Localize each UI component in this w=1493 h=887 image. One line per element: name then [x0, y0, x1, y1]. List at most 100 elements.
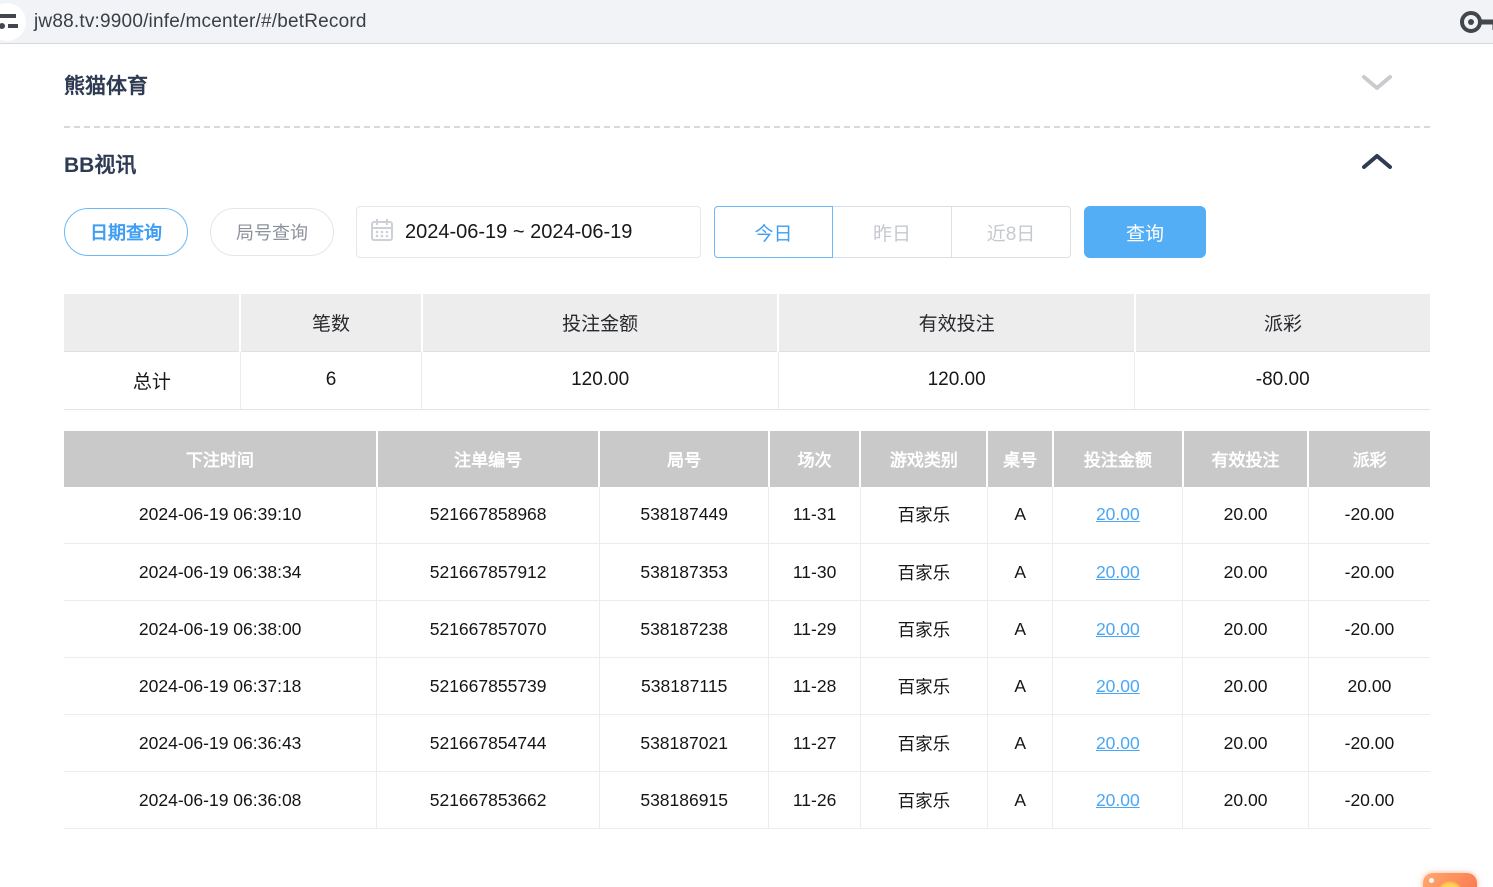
summary-count: 6: [240, 351, 422, 409]
bet-time: 2024-06-19 06:37:18: [64, 658, 377, 715]
bet-time: 2024-06-19 06:38:34: [64, 544, 377, 601]
round-id: 538187021: [599, 715, 768, 772]
quick-range-yesterday[interactable]: 昨日: [833, 206, 952, 258]
valid-bet: 20.00: [1183, 772, 1309, 829]
chevron-down-icon[interactable]: [1362, 75, 1392, 96]
col-header-table-no: 桌号: [987, 431, 1053, 487]
summary-total-row: 总计 6 120.00 120.00 -80.00: [64, 351, 1430, 409]
summary-header-valid-bet: 有效投注: [778, 294, 1135, 351]
bet-time: 2024-06-19 06:36:08: [64, 772, 377, 829]
payout-value: -20.00: [1308, 715, 1430, 772]
site-favicon-icon: [0, 3, 26, 41]
col-header-round-id: 局号: [599, 431, 768, 487]
payout-value: -20.00: [1308, 601, 1430, 658]
session: 11-30: [769, 544, 861, 601]
round-id: 538187115: [599, 658, 768, 715]
bet-amount-link[interactable]: 20.00: [1096, 676, 1140, 696]
bet-id: 521667855739: [377, 658, 600, 715]
payout-value: 20.00: [1308, 658, 1430, 715]
key-icon[interactable]: [1457, 8, 1493, 41]
summary-header-bet-amount: 投注金额: [422, 294, 779, 351]
valid-bet: 20.00: [1183, 658, 1309, 715]
payout-value: -20.00: [1308, 772, 1430, 829]
bet-id: 521667857912: [377, 544, 600, 601]
section-bb-video[interactable]: BB视讯: [64, 128, 1430, 172]
bet-id: 521667857070: [377, 601, 600, 658]
bet-record-page: 熊猫体育 BB视讯 日期查询 局号查询: [0, 44, 1493, 829]
section-panda-sports[interactable]: 熊猫体育: [64, 44, 1430, 128]
bet-time: 2024-06-19 06:39:10: [64, 487, 377, 544]
bet-amount-link[interactable]: 20.00: [1096, 619, 1140, 639]
floating-service-widget[interactable]: [1423, 873, 1477, 887]
bet-time: 2024-06-19 06:36:43: [64, 715, 377, 772]
quick-range-today[interactable]: 今日: [714, 206, 833, 258]
summary-header-blank: [64, 294, 240, 351]
bet-id: 521667853662: [377, 772, 600, 829]
game-type: 百家乐: [860, 544, 987, 601]
section-title-bb: BB视讯: [64, 149, 136, 179]
search-button[interactable]: 查询: [1084, 206, 1206, 258]
col-header-valid-bet: 有效投注: [1183, 431, 1309, 487]
url-text[interactable]: jw88.tv:9900/infe/mcenter/#/betRecord: [34, 11, 367, 33]
round-id: 538186915: [599, 772, 768, 829]
bet-amount-link[interactable]: 20.00: [1096, 562, 1140, 582]
summary-header-payout: 派彩: [1135, 294, 1430, 351]
game-type: 百家乐: [860, 772, 987, 829]
payout-value: -20.00: [1308, 544, 1430, 601]
table-row: 2024-06-19 06:37:18 521667855739 5381871…: [64, 658, 1430, 715]
table-row: 2024-06-19 06:36:08 521667853662 5381869…: [64, 772, 1430, 829]
date-query-tab[interactable]: 日期查询: [64, 208, 188, 256]
valid-bet: 20.00: [1183, 715, 1309, 772]
date-range-value: 2024-06-19 ~ 2024-06-19: [405, 221, 632, 244]
bet-table-header-row: 下注时间 注单编号 局号 场次 游戏类别 桌号 投注金额 有效投注 派彩: [64, 431, 1430, 487]
date-range-input[interactable]: 2024-06-19 ~ 2024-06-19: [356, 206, 701, 258]
bet-amount-link[interactable]: 20.00: [1096, 790, 1140, 810]
quick-range-group: 今日 昨日 近8日: [714, 206, 1071, 258]
calendar-icon: [371, 218, 393, 247]
bet-record-table: 下注时间 注单编号 局号 场次 游戏类别 桌号 投注金额 有效投注 派彩 202…: [64, 431, 1430, 830]
session: 11-31: [769, 487, 861, 544]
round-id: 538187238: [599, 601, 768, 658]
table-row: 2024-06-19 06:36:43 521667854744 5381870…: [64, 715, 1430, 772]
table-no: A: [987, 487, 1053, 544]
session: 11-26: [769, 772, 861, 829]
table-no: A: [987, 772, 1053, 829]
session: 11-29: [769, 601, 861, 658]
table-row: 2024-06-19 06:38:00 521667857070 5381872…: [64, 601, 1430, 658]
summary-header-count: 笔数: [240, 294, 422, 351]
summary-valid-bet: 120.00: [778, 351, 1135, 409]
round-id: 538187353: [599, 544, 768, 601]
summary-table: 笔数 投注金额 有效投注 派彩 总计 6 120.00 120.00 -80.0…: [64, 294, 1430, 410]
bet-amount-link[interactable]: 20.00: [1096, 733, 1140, 753]
table-row: 2024-06-19 06:39:10 521667858968 5381874…: [64, 487, 1430, 544]
chevron-up-icon[interactable]: [1362, 153, 1392, 174]
game-type: 百家乐: [860, 487, 987, 544]
quick-range-last8days[interactable]: 近8日: [952, 206, 1071, 258]
browser-url-bar[interactable]: jw88.tv:9900/infe/mcenter/#/betRecord: [0, 0, 1493, 44]
game-type: 百家乐: [860, 658, 987, 715]
col-header-session: 场次: [769, 431, 861, 487]
game-type: 百家乐: [860, 601, 987, 658]
bet-id: 521667854744: [377, 715, 600, 772]
table-no: A: [987, 715, 1053, 772]
game-type: 百家乐: [860, 715, 987, 772]
table-row: 2024-06-19 06:38:34 521667857912 5381873…: [64, 544, 1430, 601]
col-header-game-type: 游戏类别: [860, 431, 987, 487]
bet-id: 521667858968: [377, 487, 600, 544]
sparkle-icon: [1429, 878, 1434, 883]
round-id: 538187449: [599, 487, 768, 544]
col-header-bet-id: 注单编号: [377, 431, 600, 487]
session: 11-27: [769, 715, 861, 772]
col-header-payout: 派彩: [1308, 431, 1430, 487]
section-title-panda: 熊猫体育: [64, 70, 148, 100]
filter-toolbar: 日期查询 局号查询 2024-06-19 ~ 2024-06-19 今日 昨日 …: [64, 206, 1430, 258]
table-no: A: [987, 658, 1053, 715]
col-header-bet-amount: 投注金额: [1053, 431, 1183, 487]
session: 11-28: [769, 658, 861, 715]
summary-bet-amount: 120.00: [422, 351, 779, 409]
valid-bet: 20.00: [1183, 487, 1309, 544]
bet-amount-link[interactable]: 20.00: [1096, 504, 1140, 524]
round-query-tab[interactable]: 局号查询: [210, 208, 334, 256]
payout-value: -80.00: [1135, 351, 1430, 409]
coin-glow-icon: [1437, 881, 1463, 887]
